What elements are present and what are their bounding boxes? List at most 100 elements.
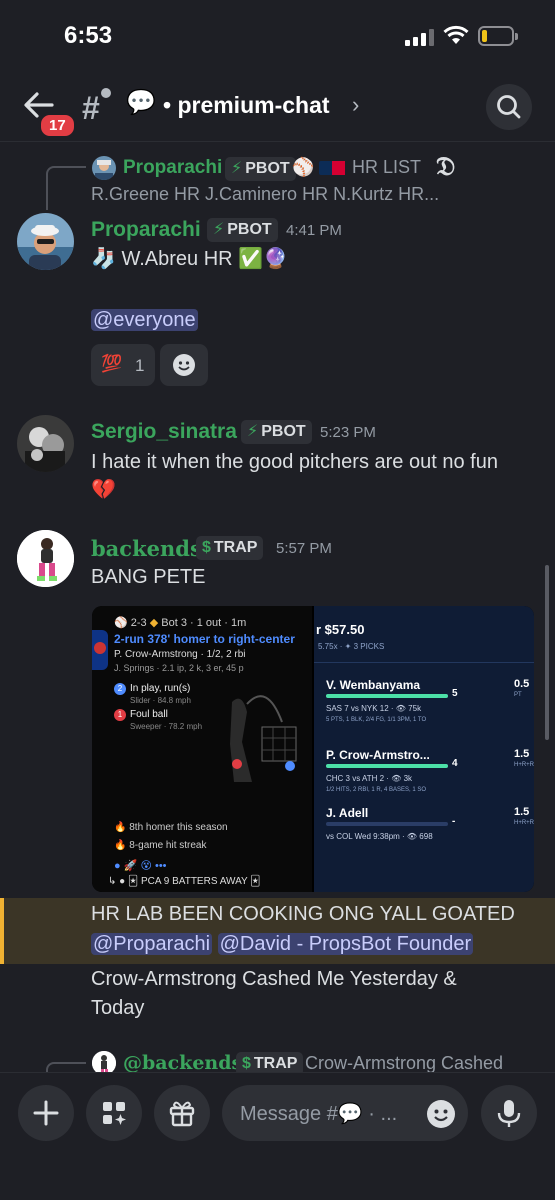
smiley-icon (173, 354, 195, 376)
scrollbar[interactable] (545, 565, 549, 740)
pick-progress-track (326, 822, 448, 826)
pick-progress-track (326, 764, 448, 768)
message-text: 🧦 W.Abreu HR ✅🔮 (91, 244, 288, 274)
message-timestamp: 4:41 PM (286, 222, 342, 239)
bet-meta: 5.75x · ✦ 3 PICKS (318, 642, 385, 651)
pick-unit: PT (514, 692, 522, 698)
pick-player: P. Crow-Armstro... (326, 748, 430, 762)
red-sox-logo-icon: 🧦 (91, 248, 116, 270)
status-time: 6:53 (64, 22, 113, 49)
reaction-100[interactable]: 💯 1 (91, 344, 155, 386)
emoji-picker-icon[interactable] (426, 1099, 456, 1129)
message-text: BANG PETE (91, 566, 206, 588)
message-mention: @everyone (91, 305, 198, 335)
add-reaction-button[interactable] (160, 344, 208, 386)
message-composer: Message #💬 · ... (0, 1072, 555, 1200)
add-attachment-button[interactable] (18, 1085, 74, 1141)
reply-avatar (92, 156, 116, 180)
pick-line: 1.5 (514, 748, 530, 760)
user-mention[interactable]: @David - PropsBot Founder (217, 933, 474, 955)
role-tag-label: PBOT (245, 160, 290, 177)
channel-hash-icon: # (82, 90, 100, 126)
pick-progress-track (326, 694, 448, 698)
role-tag-label: TRAP (253, 1055, 298, 1072)
message-author[interactable]: backends (91, 536, 202, 561)
pick-value: - (452, 816, 456, 827)
avatar[interactable] (17, 530, 74, 587)
channel-header: 17 # 💬 • premium-chat › (0, 76, 555, 142)
gamecast-panel: ⚾ 2-3 ◆ Bot 3 · 1 out · 1m 2-run 378' ho… (92, 606, 312, 892)
message-text: Today (91, 997, 145, 1019)
message-input-placeholder: Message #💬 · ... (240, 1103, 398, 1125)
pitch-1-marker: 1 (114, 709, 126, 721)
role-tag: ⚡ PBOT (207, 218, 278, 242)
pick-progress-fill (326, 694, 448, 698)
message-author[interactable]: Proparachi (91, 218, 201, 242)
pick-game: vs COL Wed 9:38pm · 👁 698 (326, 832, 433, 841)
role-tag-label: PBOT (227, 221, 272, 238)
user-mention[interactable]: @Proparachi (91, 933, 213, 955)
reply-author[interactable]: @backends (123, 1052, 242, 1074)
gamecast-footer: ↳ ● 🃏 PCA 9 BATTERS AWAY 🃏 (108, 876, 261, 887)
pick-value: 4 (452, 758, 458, 769)
avatar[interactable] (17, 415, 74, 472)
message-text: 💔 (91, 479, 116, 501)
search-button[interactable] (486, 84, 532, 130)
voice-message-button[interactable] (481, 1085, 537, 1141)
gamecast-score: ⚾ 2-3 ◆ Bot 3 · 1 out · 1m (114, 617, 247, 629)
gift-icon (169, 1101, 195, 1127)
channel-name[interactable]: • premium-chat (163, 92, 330, 119)
divider (314, 662, 534, 663)
bet-amount-value: $57.50 (324, 622, 365, 637)
avatar[interactable] (17, 213, 74, 270)
bolt-icon: ⚡ (247, 423, 259, 440)
note-streak-text: 8-game hit streak (129, 840, 207, 851)
apps-button[interactable] (86, 1085, 142, 1141)
pitcher-line: J. Springs · 2.1 ip, 2 k, 3 er, 45 p (114, 663, 244, 673)
status-bar: 6:53 (0, 0, 555, 74)
chevron-right-icon[interactable]: › (352, 92, 359, 118)
pick-game: CHC 3 vs ATH 2 · 👁 3k (326, 774, 413, 783)
reaction-row: ● 🚀 😵 ••• (114, 860, 167, 872)
microphone-icon (497, 1100, 521, 1127)
unread-badge: 17 (38, 112, 77, 139)
pick-player: V. Wembanyama (326, 678, 421, 692)
reply-author[interactable]: Proparachi (123, 157, 222, 179)
inning-indicator-icon: ◆ (149, 617, 159, 629)
pick-line: 1.5 (514, 806, 530, 818)
note-homer: 🔥 8th homer this season (114, 822, 228, 833)
reply-text: Crow-Armstrong Cashed (305, 1053, 504, 1073)
thread-dot-icon (101, 88, 111, 98)
strike-zone-graphic (230, 695, 297, 782)
everyone-mention[interactable]: @everyone (91, 309, 198, 331)
play-headline: 2-run 378' homer to right-center (114, 632, 295, 646)
cellular-signal-icon (405, 28, 435, 46)
pick-game: SAS 7 vs NYK 12 · 👁 75k (326, 704, 422, 713)
pick-unit: H+R+RB (514, 762, 534, 768)
role-tag-label: TRAP (213, 539, 258, 556)
gift-button[interactable] (154, 1085, 210, 1141)
pick-player: J. Adell (326, 806, 369, 820)
battery-icon (478, 26, 518, 46)
pick-stats: 1/2 HITS, 2 RBI, 1 R, 4 BASES, 1 SO (326, 787, 427, 793)
bet-amount: r $57.50 (316, 622, 365, 637)
money-icon: $ (202, 539, 211, 556)
message-author[interactable]: Sergio_sinatra (91, 420, 237, 444)
message-input[interactable]: Message #💬 · ... (222, 1085, 468, 1141)
message-timestamp: 5:57 PM (276, 540, 332, 557)
message-text: I hate it when the good pitchers are out… (91, 451, 498, 473)
footer-text: PCA 9 BATTERS AWAY (140, 876, 248, 887)
reply-text-line2: R.Greene HR J.Caminero HR N.Kurtz HR... (91, 184, 440, 204)
reply-connector (46, 166, 86, 210)
plus-icon (33, 1100, 59, 1126)
reply-emojis: ⚾️ (292, 157, 346, 178)
message-mentions: @Proparachi @David - PropsBot Founder (91, 929, 474, 959)
play2-text: Foul ball (130, 709, 168, 720)
play2-sub: Sweeper · 78.2 mph (130, 722, 203, 731)
reaction-count: 1 (135, 356, 145, 375)
role-tag: $ TRAP (196, 536, 264, 560)
image-attachment[interactable]: ⚾ 2-3 ◆ Bot 3 · 1 out · 1m 2-run 378' ho… (92, 606, 534, 892)
message-text: Crow-Armstrong Cashed Me Yesterday & (91, 968, 457, 990)
cubs-logo-icon (92, 630, 108, 670)
channel-emoji: 💬 (126, 89, 156, 116)
